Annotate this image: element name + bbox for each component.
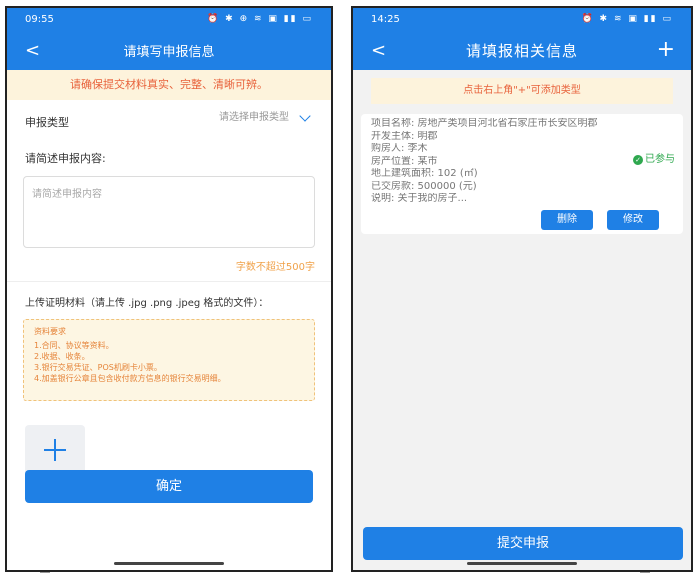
page-title: 请填写申报信息 — [123, 44, 215, 60]
divider — [7, 281, 331, 282]
card-project-name: 项目名称: 房地产类项目河北省石家庄市长安区明郡 — [371, 118, 598, 129]
check-icon: ✓ — [633, 155, 643, 166]
card-location: 房产位置: 某市 — [371, 155, 438, 167]
card-paid: 已交房款: 500000 (元) — [371, 180, 477, 192]
notice-banner: 请确保提交材料真实、完整、清晰可辨。 — [7, 70, 331, 100]
left-phone-screen: 09:55 ⏰ ✱ ⊕ ≋ ▣ ▮▮ ▭ < 请填写申报信息 请确保提交材料真实… — [5, 6, 333, 572]
participated-label: 已参与 — [645, 154, 675, 165]
upload-label: 上传证明材料（请上传 .jpg .png .jpeg 格式的文件）： — [25, 298, 269, 309]
nav-bar: < 请填写申报信息 — [7, 30, 331, 70]
home-indicator — [114, 562, 224, 565]
describe-label: 请简述申报内容: — [25, 152, 106, 165]
card-note: 说明: 关于我的房子... — [371, 193, 468, 204]
submit-declaration-button[interactable]: 提交申报 — [363, 527, 683, 560]
requirement-item: 4.加盖银行公章且包含收付款方信息的银行交易明细。 — [34, 374, 226, 383]
delete-button[interactable]: 删除 — [541, 210, 593, 230]
describe-textarea[interactable]: 请简述申报内容 — [23, 176, 315, 248]
requirement-item: 2.收据、收条。 — [34, 352, 90, 361]
describe-placeholder: 请简述申报内容 — [32, 189, 102, 200]
requirement-item: 1.合同、协议等资料。 — [34, 341, 114, 350]
char-limit-hint: 字数不超过500字 — [235, 262, 315, 273]
add-type-hint: 点击右上角"+"可添加类型 — [371, 78, 673, 104]
status-bar: 09:55 ⏰ ✱ ⊕ ≋ ▣ ▮▮ ▭ — [7, 8, 331, 30]
status-time: 14:25 — [371, 13, 400, 25]
declare-type-placeholder: 请选择申报类型 — [219, 112, 289, 123]
card-buyer: 购房人: 李木 — [371, 143, 428, 154]
status-icons: ⏰ ✱ ≋ ▣ ▮▮ ▭ — [581, 14, 673, 24]
edit-button[interactable]: 修改 — [607, 210, 659, 230]
chevron-down-icon — [299, 110, 311, 122]
status-icons: ⏰ ✱ ⊕ ≋ ▣ ▮▮ ▭ — [207, 14, 313, 24]
back-button[interactable]: < — [25, 40, 40, 61]
add-file-button[interactable] — [25, 425, 85, 475]
home-indicator — [467, 562, 577, 565]
card-developer: 开发主体: 明郡 — [371, 130, 438, 142]
confirm-button[interactable]: 确定 — [25, 470, 313, 503]
status-time: 09:55 — [25, 13, 54, 25]
nav-bar: < 请填报相关信息 + — [353, 30, 691, 70]
add-type-button[interactable]: + — [657, 39, 675, 61]
declaration-card: 项目名称: 房地产类项目河北省石家庄市长安区明郡 开发主体: 明郡 购房人: 李… — [361, 114, 683, 234]
crop-mark — [40, 572, 50, 577]
requirements-box: 资料要求 1.合同、协议等资料。 2.收据、收条。 3.银行交易凭证、POS机刷… — [23, 319, 315, 401]
requirements-title: 资料要求 — [34, 327, 66, 336]
declare-type-label: 申报类型 — [25, 116, 69, 129]
requirement-item: 3.银行交易凭证、POS机刷卡小票。 — [34, 363, 162, 372]
declare-type-select[interactable]: 申报类型 请选择申报类型 — [23, 108, 315, 136]
card-area: 地上建筑面积: 102 (㎡) — [371, 168, 478, 179]
participated-badge: ✓ 已参与 — [633, 154, 675, 167]
crop-mark — [640, 572, 650, 577]
page-title: 请填报相关信息 — [465, 41, 578, 60]
right-phone-screen: 14:25 ⏰ ✱ ≋ ▣ ▮▮ ▭ < 请填报相关信息 + 点击右上角"+"可… — [351, 6, 693, 572]
status-bar: 14:25 ⏰ ✱ ≋ ▣ ▮▮ ▭ — [353, 8, 691, 30]
plus-icon-vertical — [54, 439, 56, 461]
card-actions: 删除 修改 — [541, 210, 659, 230]
back-button[interactable]: < — [371, 40, 386, 61]
